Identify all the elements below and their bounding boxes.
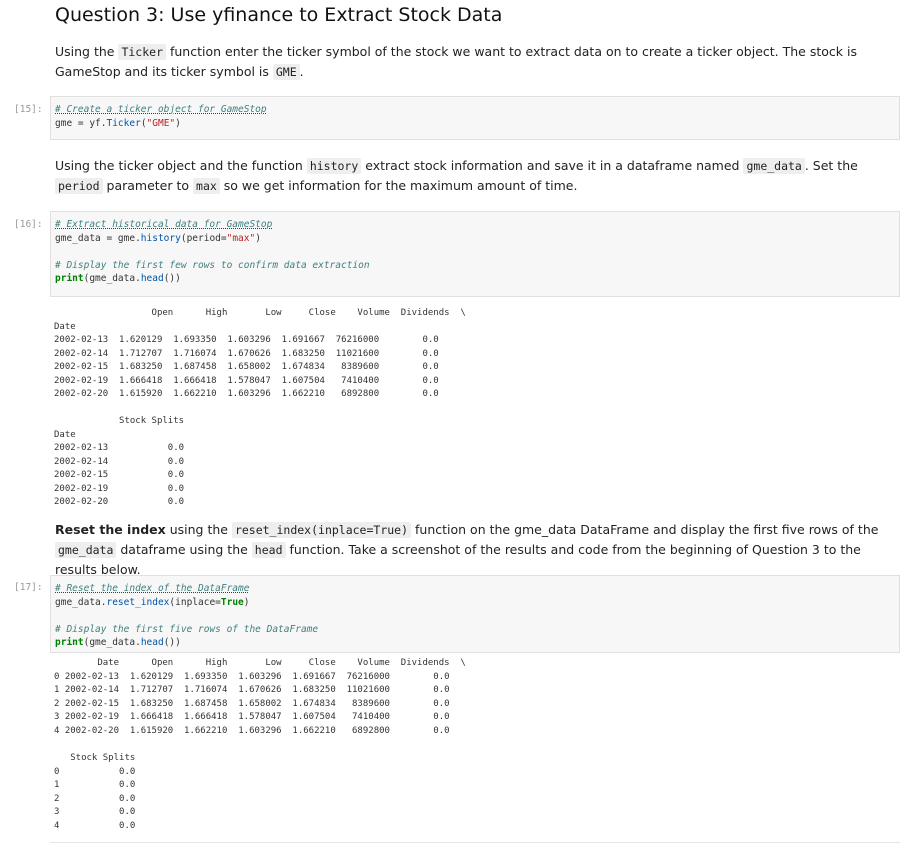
- history-paragraph: Using the ticker object and the function…: [55, 156, 890, 196]
- inline-code: Ticker: [118, 44, 166, 60]
- para-text: . Set the: [804, 158, 858, 173]
- code-comment: # Create a ticker object for GameStop: [55, 104, 267, 115]
- code-text: (inplace=: [169, 596, 221, 608]
- code-comment: # Display the first few rows to confirm …: [55, 259, 370, 271]
- code-function: Ticker: [106, 117, 141, 129]
- code-function: reset_index: [106, 596, 170, 608]
- inline-code: reset_index(inplace=True): [231, 522, 412, 538]
- para-text: using the: [165, 522, 232, 537]
- inline-code: head: [251, 542, 286, 558]
- code-string: "max": [226, 232, 256, 244]
- code-cell-2[interactable]: # Extract historical data for GameStop g…: [50, 211, 900, 297]
- code-builtin: print: [55, 637, 84, 648]
- code-function: head: [140, 637, 164, 648]
- code-comment: # Display the first five rows of the Dat…: [55, 623, 319, 635]
- code-function: history: [140, 232, 181, 244]
- para-text: so we get information for the maximum am…: [219, 178, 578, 193]
- code-text: ()): [163, 637, 181, 648]
- code-text: gme_data = gme.: [55, 232, 141, 244]
- code-cell-1[interactable]: # Create a ticker object for GameStop gm…: [50, 96, 900, 140]
- para-text: Using the ticker object and the function: [55, 158, 307, 173]
- bold-text: Reset the index: [55, 522, 166, 537]
- inline-code: gme_data: [743, 158, 805, 174]
- cell-prompt: [16]:: [14, 219, 43, 230]
- code-string: "GME": [146, 117, 176, 129]
- para-text: extract stock information and save it in…: [361, 158, 744, 173]
- output-table-splits: Stock Splits 0 0.0 1 0.0 2 0.0 3 0.0 4 0…: [54, 753, 136, 831]
- para-text: parameter to: [102, 178, 194, 193]
- code-text: gme_data.: [55, 596, 107, 608]
- para-text: dataframe using the: [116, 542, 252, 557]
- code-text: ): [243, 596, 250, 608]
- intro-text: Using the: [55, 44, 119, 59]
- output-table-main: Date Open High Low Close Volume Dividend…: [54, 658, 466, 736]
- intro-text: .: [299, 64, 304, 79]
- section-heading: Question 3: Use yfinance to Extract Stoc…: [55, 4, 890, 26]
- code-comment: # Extract historical data for GameStop: [55, 219, 273, 230]
- output-table-splits: Stock Splits Date 2002-02-13 0.0 2002-02…: [54, 416, 185, 507]
- intro-text: function enter the ticker symbol of the …: [55, 44, 857, 79]
- code-text: (period=: [180, 232, 227, 244]
- code-text: (gme_data.: [83, 637, 141, 648]
- code-text: (gme_data.: [83, 273, 141, 284]
- reset-index-paragraph: Reset the index using the reset_index(in…: [55, 520, 890, 580]
- code-text: ()): [163, 273, 181, 284]
- code-cell-3[interactable]: # Reset the index of the DataFrame gme_d…: [50, 575, 900, 653]
- code-text: ): [175, 117, 181, 129]
- inline-code: GME: [272, 64, 300, 80]
- inline-code: history: [306, 158, 362, 174]
- para-text: function on the gme_data DataFrame and d…: [411, 522, 879, 537]
- inline-code: max: [193, 178, 220, 194]
- intro-paragraph: Using the Ticker function enter the tick…: [55, 42, 890, 82]
- cell-prompt: [15]:: [14, 104, 43, 115]
- page-title: Question 3: Use yfinance to Extract Stoc…: [55, 4, 503, 26]
- code-keyword: True: [220, 596, 244, 608]
- code-function: head: [140, 273, 164, 284]
- code-text: ): [255, 232, 261, 244]
- inline-code: gme_data: [55, 542, 117, 558]
- code-text: gme = yf.: [55, 117, 107, 129]
- inline-code: period: [55, 178, 103, 194]
- code-comment: # Reset the index of the DataFrame: [55, 583, 250, 594]
- output-table-main: Open High Low Close Volume Dividends \ D…: [54, 308, 466, 399]
- cell-prompt: [17]:: [14, 582, 43, 593]
- code-builtin: print: [55, 273, 84, 284]
